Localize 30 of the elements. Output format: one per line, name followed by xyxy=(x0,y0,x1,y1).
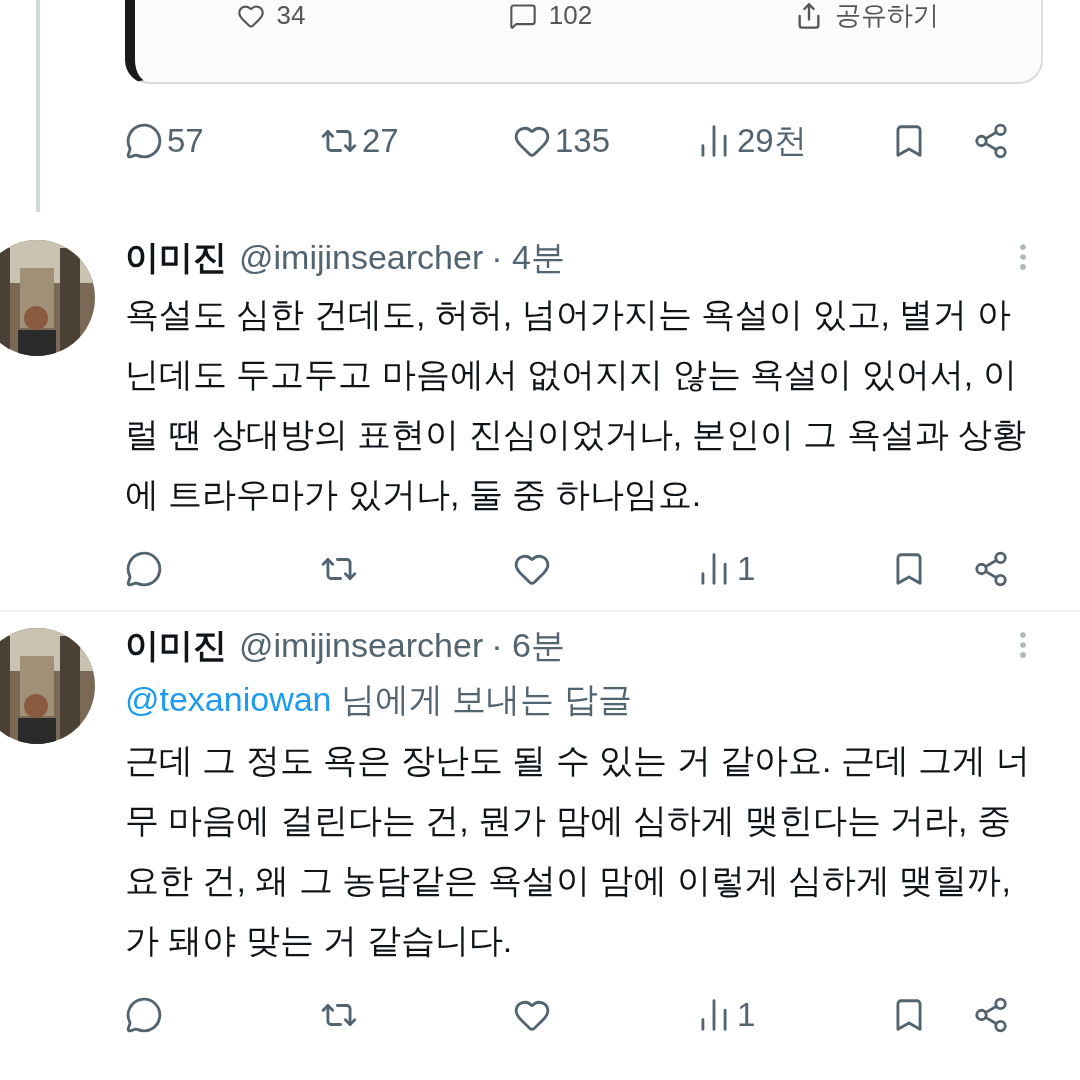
user-handle[interactable]: @imijinsearcher xyxy=(239,619,484,671)
user-name[interactable]: 이미진 xyxy=(125,619,227,671)
share-button[interactable] xyxy=(972,996,1010,1034)
reply-icon xyxy=(125,996,163,1034)
reply-icon xyxy=(125,550,163,588)
views-button[interactable]: 1 xyxy=(695,544,756,594)
replying-to-text: @texaniowan 님에게 보내는 답글 xyxy=(125,679,633,720)
post-text: 근데 그 정도 욕은 장난도 될 수 있는 거 같아요. 근데 그게 너무 마음에 걸린다는 건, 뭔가 맘에 심하게 맺힌다는 거라, 중요한 건, 왜 그 농담같은 욕설이 맘에 이렇게 심하게 맺힐까,가 돼야 맞는 거 같습니다. xyxy=(125,740,1031,961)
comment-icon xyxy=(508,1,537,30)
reply-button[interactable]: 57 xyxy=(125,116,204,166)
reply-button[interactable] xyxy=(125,996,163,1034)
views-button[interactable]: 29천 xyxy=(695,116,807,166)
post-time: · 4분 xyxy=(491,236,565,278)
share-button[interactable] xyxy=(972,550,1010,588)
user-handle[interactable]: @imijinsearcher xyxy=(239,231,484,283)
share-icon xyxy=(972,550,1010,588)
like-button[interactable]: 135 xyxy=(513,116,611,166)
share-icon xyxy=(972,122,1010,160)
reply-button[interactable] xyxy=(125,550,163,588)
stat-label: 공유하기 xyxy=(835,0,940,32)
repost-button[interactable]: 27 xyxy=(320,116,399,166)
post-text: 욕설도 심한 건데도, 허허, 넘어가지는 욕설이 있고, 별거 아닌데도 두고두고 마음에서 없어지지 않는 욕설이 있어서, 이럴 땐 상대방의 표현이 진심이었거나, 본인이 그 욕설과 상황에 트라우마가 있거나, 둘 중 하나임요. xyxy=(125,294,1028,515)
stat-label: 102 xyxy=(548,0,593,32)
share-button[interactable] xyxy=(972,122,1010,160)
reply-icon xyxy=(125,122,163,160)
user-name[interactable]: 이미진 xyxy=(125,231,227,283)
share-icon xyxy=(972,996,1010,1034)
views-button[interactable]: 1 xyxy=(695,990,756,1040)
stat-label: 34 xyxy=(276,0,306,32)
post-time: · 6분 xyxy=(491,624,565,666)
